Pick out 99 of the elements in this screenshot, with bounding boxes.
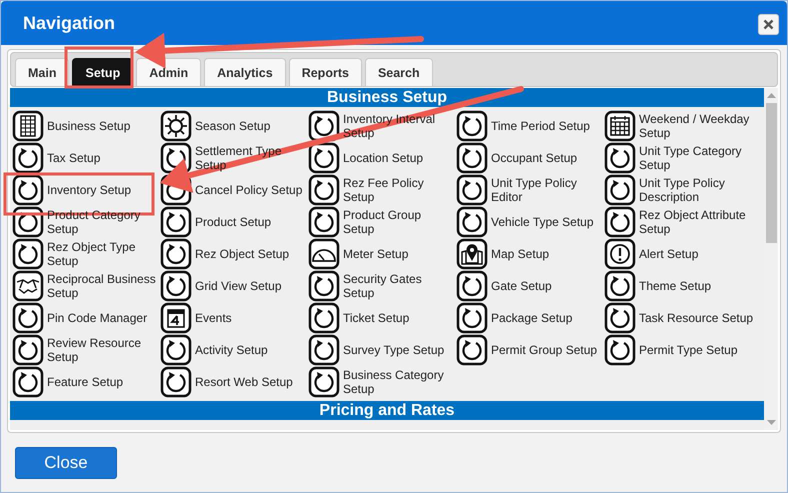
cycle-icon: [456, 302, 488, 334]
cycle-icon: [456, 110, 488, 142]
cycle-icon: [12, 366, 44, 398]
cycle-icon: [160, 206, 192, 238]
tab[interactable]: Main: [15, 58, 70, 86]
menu-item[interactable]: Product Category Setup: [12, 206, 160, 238]
menu-item[interactable]: Occupant Setup: [456, 142, 604, 174]
menu-item[interactable]: Review Resource Setup: [12, 334, 160, 366]
menu-item[interactable]: Business Setup: [12, 110, 160, 142]
cycle-icon: [308, 270, 340, 302]
cycle-icon: [456, 270, 488, 302]
menu-item[interactable]: Unit Type Policy Editor: [456, 174, 604, 206]
menu-item[interactable]: Feature Setup: [12, 366, 160, 398]
menu-item[interactable]: Vehicle Type Setup: [456, 206, 604, 238]
menu-item[interactable]: Product Group Setup: [308, 206, 456, 238]
tab[interactable]: Search: [364, 58, 433, 86]
menu-item[interactable]: Rez Fee Policy Setup: [308, 174, 456, 206]
cycle-icon: [604, 206, 636, 238]
cycle-icon: [604, 302, 636, 334]
building-icon: [12, 110, 44, 142]
scroll-up-icon[interactable]: [766, 92, 776, 100]
menu-item[interactable]: Rez Object Type Setup: [12, 238, 160, 270]
menu-item[interactable]: Grid View Setup: [160, 270, 308, 302]
menu-item[interactable]: Product Setup: [160, 206, 308, 238]
menu-item[interactable]: Alert Setup: [604, 238, 764, 270]
menu-item[interactable]: Location Setup: [308, 142, 456, 174]
cycle-icon: [12, 238, 44, 270]
calendar-icon: [160, 302, 192, 334]
scroll-down-icon[interactable]: [766, 418, 776, 426]
cycle-icon: [308, 334, 340, 366]
cycle-icon: [308, 174, 340, 206]
menu-item[interactable]: Permit Type Setup: [604, 334, 764, 366]
menu-item[interactable]: Season Setup: [160, 110, 308, 142]
scrollbar-thumb[interactable]: [766, 103, 776, 243]
cycle-icon: [308, 366, 340, 398]
menu-item[interactable]: Business Category Setup: [308, 366, 456, 398]
cycle-icon: [604, 334, 636, 366]
scrollbar[interactable]: [764, 88, 778, 430]
cycle-icon: [12, 142, 44, 174]
menu-item[interactable]: Permit Group Setup: [456, 334, 604, 366]
cycle-icon: [456, 174, 488, 206]
cycle-icon: [160, 270, 192, 302]
tab[interactable]: Admin: [136, 58, 202, 86]
window-title: Navigation: [23, 12, 116, 34]
handshake-icon: [12, 270, 44, 302]
cycle-icon: [12, 174, 44, 206]
menu-item[interactable]: Resort Web Setup: [160, 366, 308, 398]
cycle-icon: [456, 206, 488, 238]
menu-item[interactable]: Rez Object Setup: [160, 238, 308, 270]
cycle-icon: [160, 334, 192, 366]
menu-item[interactable]: Unit Type Category Setup: [604, 142, 764, 174]
menu-item[interactable]: Activity Setup: [160, 334, 308, 366]
cycle-icon: [308, 302, 340, 334]
menu-item[interactable]: Package Setup: [456, 302, 604, 334]
gauge-icon: [308, 238, 340, 270]
sun-icon: [160, 110, 192, 142]
close-button[interactable]: [758, 14, 779, 34]
cycle-icon: [604, 270, 636, 302]
cycle-icon: [308, 110, 340, 142]
cycle-icon: [456, 334, 488, 366]
tab[interactable]: Setup: [72, 58, 134, 86]
menu-item[interactable]: Inventory Setup: [12, 174, 160, 206]
menu-item[interactable]: Rez Object Attribute Setup: [604, 206, 764, 238]
map-pin-icon: [456, 238, 488, 270]
menu-item[interactable]: Pin Code Manager: [12, 302, 160, 334]
menu-item[interactable]: Cancel Policy Setup: [160, 174, 308, 206]
tab[interactable]: Reports: [288, 58, 362, 86]
cycle-icon: [12, 302, 44, 334]
menu-item[interactable]: Survey Type Setup: [308, 334, 456, 366]
calendar-icon: [604, 110, 636, 142]
section-header: Pricing and Rates: [10, 401, 764, 420]
menu-item[interactable]: Ticket Setup: [308, 302, 456, 334]
cycle-icon: [604, 174, 636, 206]
cycle-icon: [160, 238, 192, 270]
menu-item[interactable]: Time Period Setup: [456, 110, 604, 142]
cycle-icon: [604, 142, 636, 174]
alert-icon: [604, 238, 636, 270]
menu-item[interactable]: Meter Setup: [308, 238, 456, 270]
cycle-icon: [308, 206, 340, 238]
menu-item[interactable]: Map Setup: [456, 238, 604, 270]
menu-item[interactable]: Gate Setup: [456, 270, 604, 302]
close-icon: [763, 18, 774, 30]
close-button[interactable]: Close: [15, 446, 117, 478]
tab[interactable]: Analytics: [204, 58, 286, 86]
cycle-icon: [308, 142, 340, 174]
section-header: Business Setup: [10, 88, 764, 107]
cycle-icon: [12, 206, 44, 238]
cycle-icon: [12, 334, 44, 366]
menu-item[interactable]: Unit Type Policy Description: [604, 174, 764, 206]
menu-item[interactable]: Tax Setup: [12, 142, 160, 174]
menu-item[interactable]: Events: [160, 302, 308, 334]
menu-item[interactable]: Task Resource Setup: [604, 302, 764, 334]
menu-item[interactable]: Security Gates Setup: [308, 270, 456, 302]
cycle-icon: [456, 142, 488, 174]
highlight-frame: [64, 46, 134, 88]
menu-item[interactable]: Theme Setup: [604, 270, 764, 302]
cycle-icon: [160, 366, 192, 398]
menu-item[interactable]: Weekend / Weekday Setup: [604, 110, 764, 142]
menu-item[interactable]: Reciprocal Business Setup: [12, 270, 160, 302]
